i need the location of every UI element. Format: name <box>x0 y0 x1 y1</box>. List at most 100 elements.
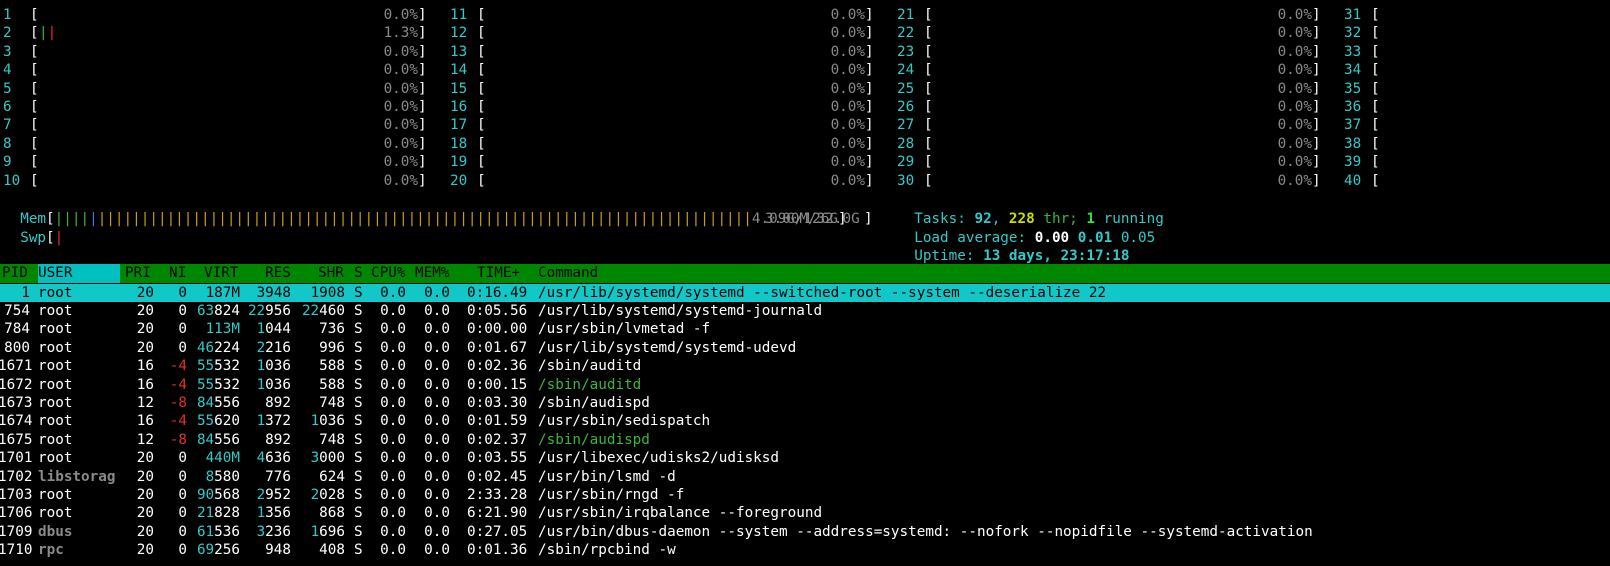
col-s[interactable]: S <box>354 264 363 283</box>
cell-time: 6:21.90 <box>467 505 528 522</box>
cpu-meter-30: 30[0.0%] <box>897 172 1321 189</box>
cell-ni: -4 <box>169 358 187 375</box>
cell-pid: 1703 <box>0 486 33 503</box>
cpu-meter-23: 23[0.0%] <box>897 43 1321 60</box>
cell-s: S <box>354 358 363 375</box>
cell-res: 948 <box>265 542 291 559</box>
col-mem[interactable]: MEM% <box>415 264 449 283</box>
process-row[interactable]: 1674 root 16 -4 55620 1372 1036 S 0.0 0.0 0:01.59 /… <box>0 412 1610 431</box>
cell-virt: 8580 <box>205 468 240 485</box>
cell-mem: 0.0 <box>424 321 450 338</box>
cpu-id: 3 <box>3 43 12 60</box>
cpu-meter-13: 13[0.0%] <box>450 43 874 60</box>
process-row[interactable]: 1673 root 12 -8 84556 892 748 S 0.0 0.0 0:03.30/sb… <box>0 394 1610 413</box>
cpu-id: 37 <box>1344 117 1362 134</box>
col-shr[interactable]: SHR <box>318 264 344 283</box>
cell-pid: 1701 <box>0 450 33 467</box>
mem-meter: Mem[||||||||||||||||||||||||||||||||||||… <box>20 210 847 227</box>
process-row[interactable]: 1701 root 20 0 440M 4636 3000 S 0.0 0.0 0:03.55/us… <box>0 449 1610 468</box>
cell-mem: 0.0 <box>424 486 450 503</box>
cpu-id: 25 <box>897 80 915 97</box>
cell-shr: 736 <box>319 321 345 338</box>
cpu-percent: 0.0% <box>383 62 418 79</box>
cell-pid: 784 <box>4 321 30 338</box>
process-row[interactable]: 1671 root 16 -4 55532 1036 588 S 0.0 0.0 0:02.36/s… <box>0 357 1610 376</box>
cpu-percent: 0.0% <box>830 135 865 152</box>
col-user[interactable]: USER <box>38 264 120 283</box>
process-row[interactable]: 784 root 20 0 113M 1044 736 S 0.0 0.0 0:00.00/usr/… <box>0 320 1610 339</box>
cell-shr: 996 <box>319 339 345 356</box>
cell-cpu: 0.0 <box>380 431 406 448</box>
cell-res: 2952 <box>256 486 291 503</box>
cell-ni: -4 <box>169 376 187 393</box>
cpu-meter-26: 26[0.0%] <box>897 99 1321 115</box>
col-virt[interactable]: VIRT <box>204 264 238 283</box>
cpu-percent: 0.0% <box>830 25 865 42</box>
process-row[interactable]: 1703 root 20 0 90568 2952 2028 S 0.0 0.0 2:33.28/u… <box>0 486 1610 505</box>
cell-virt: 69256 <box>196 542 240 559</box>
cpu-id: 2 <box>3 25 12 42</box>
cell-res: 892 <box>265 431 291 448</box>
cell-pid: 1673 <box>0 394 33 411</box>
process-row[interactable]: 800 root 20 0 46224 2216 996 S 0.0 0.0 0:01.67/usr… <box>0 339 1610 358</box>
cpu-percent: 0.0% <box>383 43 418 60</box>
cell-s: S <box>354 302 363 319</box>
col-cpu[interactable]: CPU% <box>371 264 405 283</box>
cell-cmd: /usr/bin/dbus-daemon --system --address=… <box>538 523 1313 540</box>
process-row[interactable]: 1675 root 12 -8 84556 892 748 S 0.0 0.0 0:02.37/sb… <box>0 431 1610 450</box>
cell-res: 1044 <box>256 321 291 338</box>
cpu-id: 13 <box>450 43 468 60</box>
cpu-id: 31 <box>1344 7 1362 23</box>
cell-virt: 55620 <box>196 413 240 430</box>
cell-pri: 16 <box>136 358 154 375</box>
cpu-percent: 0.0% <box>1277 80 1312 97</box>
process-row[interactable]: 1672 root 16 -4 55532 1036 588 S 0.0 0.0 0:00.15/s… <box>0 376 1610 395</box>
cell-shr: 748 <box>319 394 345 411</box>
cpu-meter-14: 14[0.0%] <box>450 62 874 79</box>
cell-cpu: 0.0 <box>380 321 406 338</box>
cpu-percent: 0.0% <box>830 62 865 79</box>
cpu-percent: 0.0% <box>1277 135 1312 152</box>
cpu-id: 15 <box>450 80 468 97</box>
cell-virt: 61536 <box>196 523 240 540</box>
cell-s: S <box>354 505 363 522</box>
cell-pid: 1674 <box>0 413 33 430</box>
cell-pid: 1 <box>21 284 30 301</box>
cell-user: root <box>38 394 73 411</box>
cpu-percent: 0.0% <box>383 135 418 152</box>
cell-time: 0:03.55 <box>467 450 528 467</box>
col-time[interactable]: TIME+ <box>477 264 520 283</box>
col-command[interactable]: Command <box>538 264 598 283</box>
cell-res: 1036 <box>256 376 291 393</box>
swap-label: Swp <box>20 229 47 246</box>
process-row[interactable]: 1 root 20 0 187M 3948 1908 S 0.0 0.0 0:16.49/usr/l… <box>0 283 1610 303</box>
cell-pid: 1672 <box>0 376 33 393</box>
col-pid[interactable]: PID <box>2 264 28 283</box>
cell-virt: 187M <box>205 284 240 301</box>
cell-cmd: /usr/lib/systemd/systemd-udevd <box>538 339 797 356</box>
cpu-percent: 0.0% <box>383 172 418 189</box>
col-ni[interactable]: NI <box>169 264 186 283</box>
cpu-id: 35 <box>1344 80 1362 97</box>
cell-mem: 0.0 <box>424 394 450 411</box>
cpu-meter-4: 4[0.0%] <box>3 62 427 79</box>
process-row[interactable]: 1709 dbus 20 0 61536 3236 1696 S 0.0 0.0 0:27.05/u… <box>0 523 1610 542</box>
cell-time: 0:02.45 <box>467 468 528 485</box>
col-pri[interactable]: PRI <box>125 264 151 283</box>
col-res[interactable]: RES <box>265 264 291 283</box>
cell-cmd: /usr/bin/lsmd -d <box>538 468 676 485</box>
cell-time: 0:00.15 <box>467 376 528 393</box>
cell-pri: 16 <box>136 413 154 430</box>
cpu-percent: 0.0% <box>1277 25 1312 42</box>
process-row[interactable]: 1702 libstorag 20 0 8580 776 624 S 0.0 0.0 0:02.45… <box>0 468 1610 487</box>
cell-ni: -8 <box>169 431 187 448</box>
process-row[interactable]: 754 root 20 0 63824 22956 22460 S 0.0 0.0 0:05.56 /… <box>0 302 1610 321</box>
process-row[interactable]: 1706 root 20 0 21828 1356 868 S 0.0 0.0 6:21.90/us… <box>0 504 1610 523</box>
cell-virt: 90568 <box>196 486 240 503</box>
cell-pri: 12 <box>136 394 154 411</box>
cell-res: 776 <box>265 468 291 485</box>
cell-mem: 0.0 <box>424 376 450 393</box>
cell-res: 1036 <box>256 358 291 375</box>
process-row[interactable]: 1710 rpc 20 0 69256 948 408 S 0.0 0.0 0:01.36/sbin… <box>0 541 1610 560</box>
cpu-meter-38: 38[ <box>1344 135 1380 152</box>
